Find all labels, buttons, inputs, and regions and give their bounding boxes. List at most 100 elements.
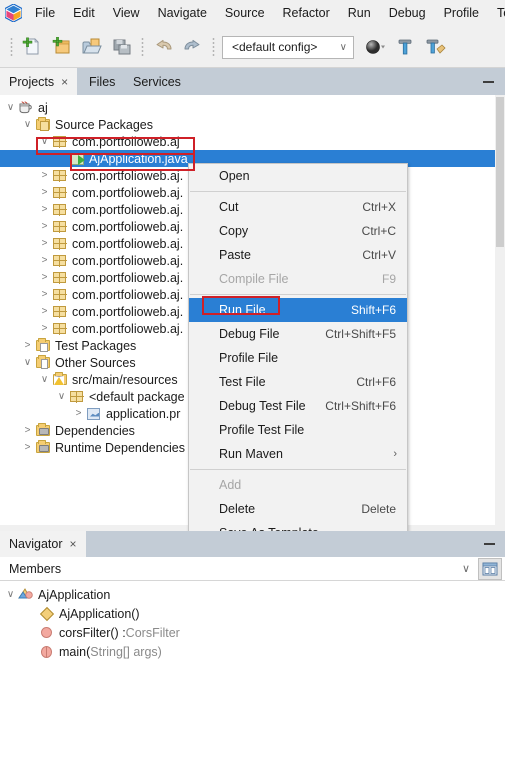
config-combo[interactable]: <default config> ∨ (222, 35, 354, 59)
new-project-icon[interactable] (47, 32, 77, 62)
open-project-icon[interactable] (77, 32, 107, 62)
minimize-projects-button[interactable] (483, 77, 495, 87)
menu-team[interactable]: Team (488, 0, 505, 27)
menu-file[interactable]: File (26, 0, 64, 27)
redo-icon[interactable] (178, 32, 208, 62)
menu-bar: File Edit View Navigate Source Refactor … (0, 0, 505, 27)
tree-row-label: application.pr (106, 406, 181, 421)
new-file-icon[interactable] (17, 32, 47, 62)
chevron-right-icon[interactable]: > (38, 187, 51, 198)
chevron-right-icon[interactable]: > (38, 323, 51, 334)
menu-item-label: Debug File (219, 327, 280, 341)
clean-build-icon[interactable] (420, 32, 450, 62)
tree-row-label: com.portfolioweb.aj. (72, 287, 184, 302)
menu-view[interactable]: View (104, 0, 149, 27)
chevron-down-icon[interactable]: ∨ (4, 102, 17, 113)
chevron-down-icon[interactable]: ∨ (4, 589, 17, 600)
menu-item-paste[interactable]: Paste Ctrl+V (189, 243, 407, 267)
chevron-right-icon[interactable]: > (38, 255, 51, 266)
menu-item-profile-file[interactable]: Profile File (189, 346, 407, 370)
package-icon (51, 136, 68, 148)
package-icon (51, 323, 68, 335)
chevron-right-icon[interactable]: > (72, 408, 85, 419)
close-icon[interactable]: × (70, 537, 77, 551)
menu-item-label: Run File (219, 303, 266, 317)
menu-item-run-maven[interactable]: Run Maven › (189, 442, 407, 466)
package-icon (51, 221, 68, 233)
tab-services-label: Services (133, 74, 181, 89)
menu-run[interactable]: Run (339, 0, 380, 27)
tab-services[interactable]: Services (124, 68, 190, 95)
tree-row-label: com.portfolioweb.aj. (72, 168, 184, 183)
constructor-icon (38, 606, 55, 621)
chevron-right-icon[interactable]: > (38, 238, 51, 249)
chevron-right-icon[interactable]: > (21, 442, 34, 453)
undo-icon[interactable] (148, 32, 178, 62)
menu-item-debug-file[interactable]: Debug File Ctrl+Shift+F5 (189, 322, 407, 346)
menu-item-label: Profile Test File (219, 423, 305, 437)
chevron-right-icon[interactable]: > (38, 272, 51, 283)
chevron-down-icon[interactable]: ∨ (462, 562, 470, 575)
tab-navigator[interactable]: Navigator × (0, 531, 86, 557)
tab-projects[interactable]: Projects × (0, 68, 78, 95)
chevron-right-icon[interactable]: > (38, 306, 51, 317)
chevron-right-icon[interactable]: > (38, 204, 51, 215)
menu-item-test-file[interactable]: Test File Ctrl+F6 (189, 370, 407, 394)
static-method-icon (38, 645, 55, 658)
save-all-icon[interactable] (107, 32, 137, 62)
menu-item-run-file[interactable]: Run File Shift+F6 (189, 298, 407, 322)
chevron-down-icon[interactable]: ∨ (55, 391, 68, 402)
menu-item-accelerator: Ctrl+Shift+F6 (325, 399, 396, 413)
menu-item-profile-test-file[interactable]: Profile Test File (189, 418, 407, 442)
chevron-down-icon[interactable]: ∨ (21, 357, 34, 368)
chevron-down-icon[interactable]: ∨ (21, 119, 34, 130)
chevron-right-icon[interactable]: > (38, 289, 51, 300)
navigator-member-label: AjApplication (38, 587, 111, 602)
toolbar-grip-1 (10, 37, 13, 57)
navigator-member-row[interactable]: AjApplication() (0, 604, 505, 623)
filter-panel-icon[interactable] (478, 558, 502, 580)
menu-item-accelerator: Ctrl+V (362, 248, 396, 262)
menu-item-debug-test-file[interactable]: Debug Test File Ctrl+Shift+F6 (189, 394, 407, 418)
scrollbar-thumb[interactable] (496, 97, 504, 247)
tree-row[interactable]: ∨ aj (0, 99, 495, 116)
navigator-scope-select-value[interactable]: Members (0, 562, 61, 576)
minimize-navigator-button[interactable] (484, 543, 495, 545)
chevron-down-icon[interactable]: ∨ (38, 374, 51, 385)
menu-item-add: Add (189, 473, 407, 497)
build-project-icon[interactable] (390, 32, 420, 62)
menu-item-copy[interactable]: Copy Ctrl+C (189, 219, 407, 243)
menu-navigate[interactable]: Navigate (149, 0, 216, 27)
navigator-member-row[interactable]: ∨ AjApplication (0, 585, 505, 604)
navigator-member-row[interactable]: main(String[] args) (0, 642, 505, 661)
menu-item-accelerator: Shift+F6 (350, 303, 396, 317)
tab-navigator-label: Navigator (9, 537, 63, 551)
chevron-right-icon[interactable]: > (21, 340, 34, 351)
tree-row[interactable]: ∨ com.portfolioweb.aj (0, 133, 495, 150)
navigator-members-list[interactable]: ∨ AjApplication AjApplication() corsFilter(… (0, 581, 505, 761)
menu-profile[interactable]: Profile (435, 0, 488, 27)
menu-refactor[interactable]: Refactor (274, 0, 339, 27)
chevron-down-icon[interactable]: ∨ (38, 136, 51, 147)
menu-item-cut[interactable]: Cut Ctrl+X (189, 195, 407, 219)
tab-files[interactable]: Files (80, 68, 124, 95)
menu-item-accelerator: F9 (381, 272, 396, 286)
chevron-right-icon[interactable]: > (38, 170, 51, 181)
menu-item-open[interactable]: Open (189, 164, 407, 188)
tab-files-label: Files (89, 74, 116, 89)
menu-source[interactable]: Source (216, 0, 274, 27)
menu-item-label: Profile File (219, 351, 279, 365)
menu-debug[interactable]: Debug (380, 0, 435, 27)
menu-item-delete[interactable]: Delete Delete (189, 497, 407, 521)
netbeans-logo-icon (0, 0, 26, 27)
chevron-right-icon[interactable]: > (38, 221, 51, 232)
menu-edit[interactable]: Edit (64, 0, 104, 27)
method-icon (38, 627, 55, 638)
tree-row[interactable]: ∨ Source Packages (0, 116, 495, 133)
project-tree-scrollbar[interactable] (495, 95, 505, 525)
package-icon (51, 238, 68, 250)
run-project-icon[interactable] (360, 32, 390, 62)
chevron-right-icon[interactable]: > (21, 425, 34, 436)
navigator-member-row[interactable]: corsFilter() : CorsFilter (0, 623, 505, 642)
close-icon[interactable]: × (61, 75, 68, 89)
